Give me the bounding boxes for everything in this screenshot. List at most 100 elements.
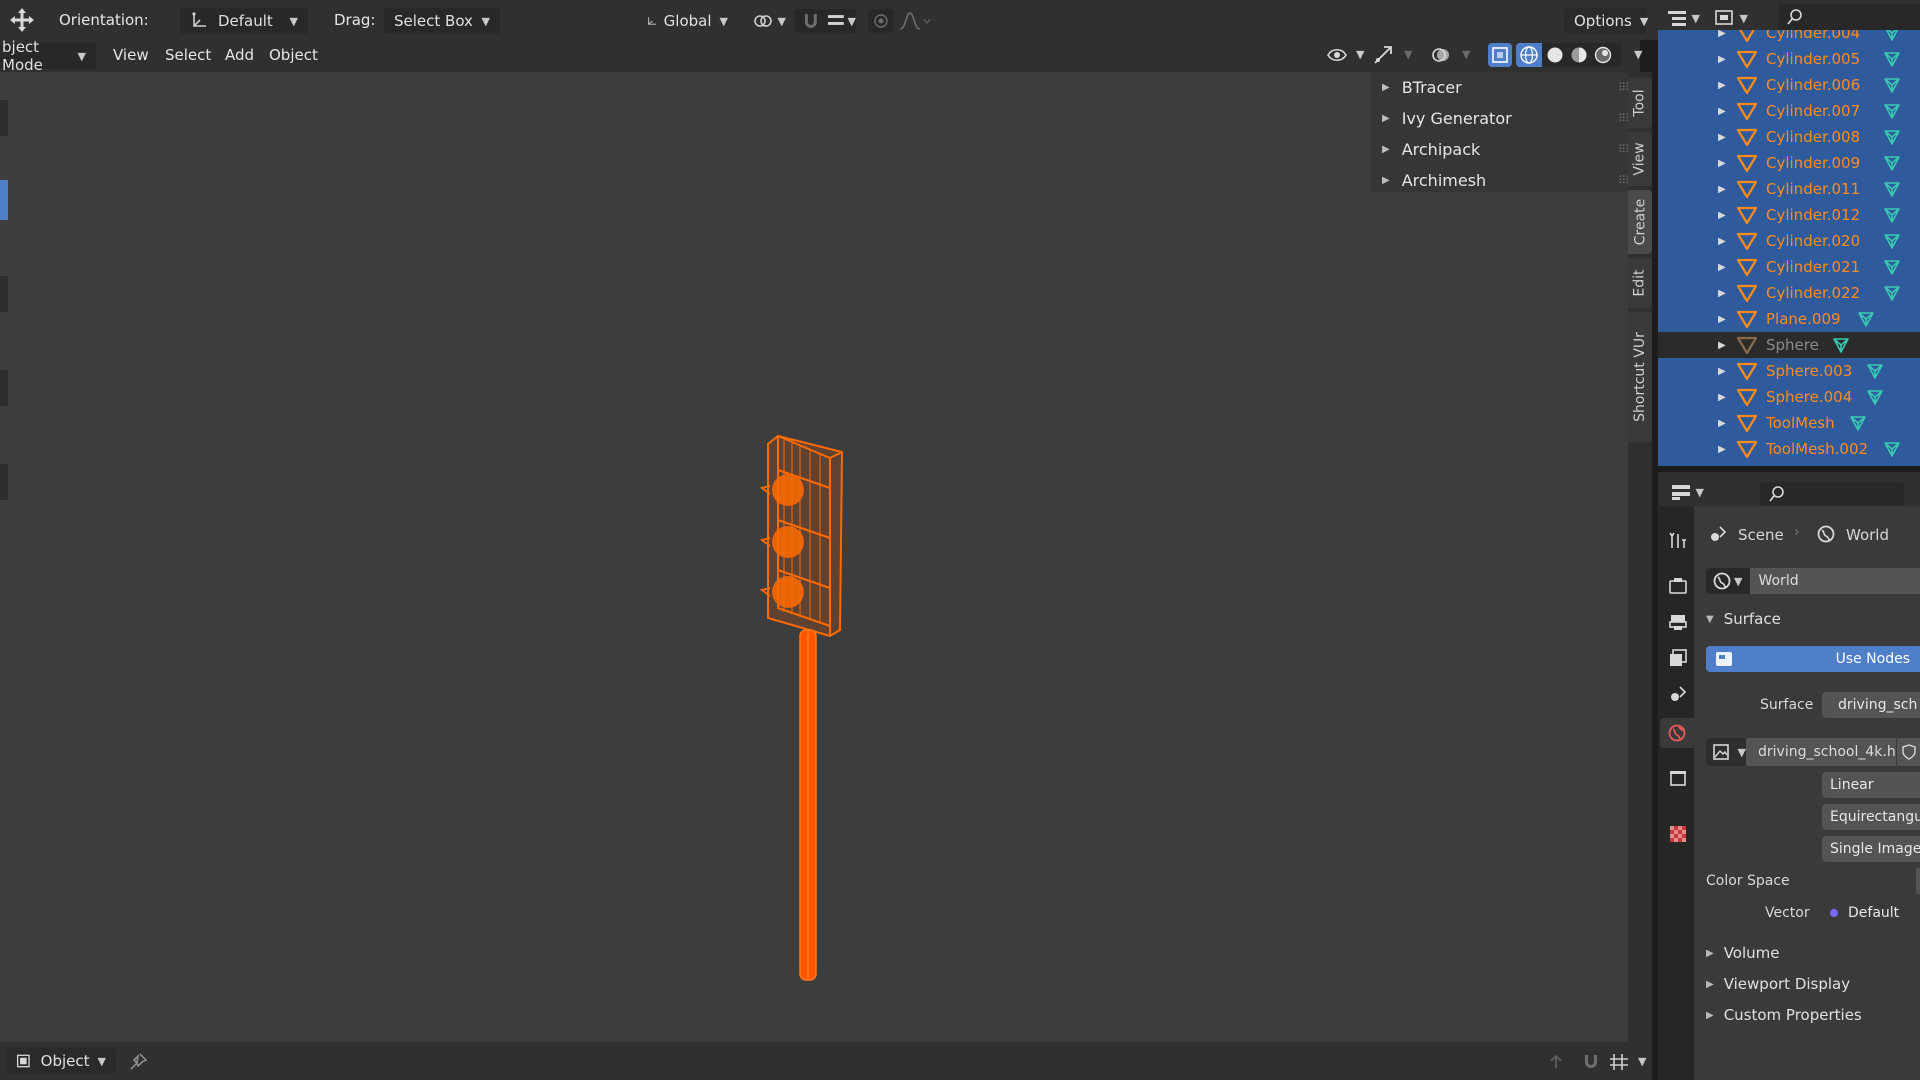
- expand-triangle-icon[interactable]: ▶: [1718, 30, 1726, 39]
- vector-input-field[interactable]: Default: [1822, 900, 1920, 926]
- mesh-data-icon[interactable]: [1883, 206, 1901, 224]
- panel-archimesh[interactable]: ▶ Archimesh ⠿⠿: [1382, 165, 1633, 195]
- proportional-editing-toggle[interactable]: [868, 9, 894, 33]
- editor-type-dropdown[interactable]: ▼: [1666, 6, 1700, 30]
- mesh-data-icon[interactable]: [1866, 388, 1884, 406]
- world-datablock-selector[interactable]: ▼ World: [1706, 568, 1920, 594]
- breadcrumb-scene[interactable]: Scene: [1738, 526, 1784, 544]
- mesh-data-icon[interactable]: [1883, 76, 1901, 94]
- editor-type-dropdown[interactable]: ▼: [1670, 480, 1704, 504]
- gizmo-icon[interactable]: [1372, 44, 1394, 66]
- rendered-sphere-icon[interactable]: [1592, 45, 1614, 65]
- outliner-search-input[interactable]: [1778, 4, 1920, 30]
- expand-triangle-icon[interactable]: ▶: [1718, 262, 1726, 273]
- upload-icon[interactable]: [1546, 1052, 1566, 1072]
- outliner-row[interactable]: ▶ Plane.009: [1658, 306, 1920, 332]
- output-icon[interactable]: [1668, 612, 1688, 632]
- outliner-row[interactable]: ▶ Cylinder.009: [1658, 150, 1920, 176]
- solid-sphere-icon[interactable]: [1544, 45, 1566, 65]
- expand-triangle-icon[interactable]: ▶: [1718, 210, 1726, 221]
- tab-view[interactable]: View: [1628, 132, 1652, 186]
- grid-snap-icon[interactable]: [1608, 1052, 1630, 1072]
- mesh-data-icon[interactable]: [1832, 336, 1850, 354]
- menu-add[interactable]: Add: [225, 46, 254, 64]
- falloff-curve-icon[interactable]: [898, 11, 932, 31]
- expand-triangle-icon[interactable]: ▶: [1718, 158, 1726, 169]
- outliner-row[interactable]: ▶ Cylinder.006: [1658, 72, 1920, 98]
- panel-archipack[interactable]: ▶ Archipack ⠿⠿: [1382, 134, 1633, 164]
- material-sphere-icon[interactable]: [1568, 45, 1590, 65]
- expand-triangle-icon[interactable]: ▶: [1718, 418, 1726, 429]
- expand-triangle-icon[interactable]: ▶: [1718, 184, 1726, 195]
- tab-shortcut-vur[interactable]: Shortcut VUr: [1628, 312, 1652, 442]
- collection-icon[interactable]: [1668, 768, 1688, 788]
- render-icon[interactable]: [1668, 576, 1688, 596]
- display-mode-dropdown[interactable]: ▼: [1714, 6, 1748, 30]
- magnet-snap-icon[interactable]: [1580, 1052, 1602, 1072]
- tool-button[interactable]: [0, 276, 8, 312]
- world-tab-active[interactable]: [1660, 718, 1694, 748]
- outliner-row[interactable]: ▶ Sphere.004: [1658, 384, 1920, 410]
- properties-search-input[interactable]: [1760, 482, 1904, 506]
- expand-triangle-icon[interactable]: ▶: [1718, 106, 1726, 117]
- tool-settings-icon[interactable]: [1668, 530, 1688, 550]
- chevron-down-icon[interactable]: ▼: [1348, 48, 1364, 61]
- projection-dropdown[interactable]: Equirectangul: [1822, 804, 1920, 830]
- expand-triangle-icon[interactable]: ▶: [1718, 314, 1726, 325]
- snapping-toggle[interactable]: ▼: [794, 9, 856, 33]
- menu-select[interactable]: Select: [165, 46, 211, 64]
- expand-triangle-icon[interactable]: ▶: [1718, 54, 1726, 65]
- pivot-point-dropdown[interactable]: ▼: [752, 10, 786, 32]
- tab-create[interactable]: Create: [1628, 190, 1652, 254]
- viewport-display-section-header[interactable]: ▶ Viewport Display: [1706, 975, 1850, 993]
- outliner-row[interactable]: ▶ Cylinder.011: [1658, 176, 1920, 202]
- mesh-data-icon[interactable]: [1857, 310, 1875, 328]
- surface-shader-field[interactable]: driving_sch: [1822, 692, 1920, 718]
- use-nodes-button[interactable]: Use Nodes: [1706, 646, 1920, 672]
- world-name-field[interactable]: World: [1750, 568, 1920, 594]
- outliner-row[interactable]: ▶ ToolMesh: [1658, 410, 1920, 436]
- chevron-down-icon[interactable]: ▼: [1396, 48, 1412, 61]
- expand-triangle-icon[interactable]: ▶: [1718, 444, 1726, 455]
- expand-triangle-icon[interactable]: ▶: [1718, 288, 1726, 299]
- panel-btracer[interactable]: ▶ BTracer ⠿⠿: [1382, 72, 1633, 102]
- expand-triangle-icon[interactable]: ▶: [1718, 340, 1726, 351]
- outliner-row[interactable]: ▶ Cylinder.005: [1658, 46, 1920, 72]
- object-mode-dropdown[interactable]: Object ▼: [6, 1048, 116, 1074]
- expand-triangle-icon[interactable]: ▶: [1718, 366, 1726, 377]
- wireframe-shading-button[interactable]: [1516, 43, 1542, 67]
- surface-section-header[interactable]: ▼ Surface: [1706, 610, 1781, 628]
- expand-triangle-icon[interactable]: ▶: [1718, 132, 1726, 143]
- volume-section-header[interactable]: ▶ Volume: [1706, 944, 1780, 962]
- image-browse-button[interactable]: ▼: [1706, 738, 1746, 766]
- expand-triangle-icon[interactable]: ▶: [1718, 236, 1726, 247]
- source-dropdown[interactable]: Single Image: [1822, 836, 1920, 862]
- chevron-down-icon[interactable]: ▼: [1630, 1055, 1646, 1068]
- tool-button[interactable]: [0, 370, 8, 406]
- mesh-data-icon[interactable]: [1883, 30, 1901, 42]
- mesh-data-icon[interactable]: [1883, 232, 1901, 250]
- tool-button[interactable]: [0, 100, 8, 136]
- xray-toggle[interactable]: [1488, 43, 1512, 67]
- mesh-data-icon[interactable]: [1883, 50, 1901, 68]
- outliner-row[interactable]: ▶ Sphere.003: [1658, 358, 1920, 384]
- orientation-dropdown[interactable]: Default ▼: [180, 8, 308, 34]
- tool-button[interactable]: [0, 464, 8, 500]
- outliner-row[interactable]: ▶ Cylinder.008: [1658, 124, 1920, 150]
- mesh-data-icon[interactable]: [1866, 362, 1884, 380]
- color-space-dropdown[interactable]: [1916, 868, 1920, 894]
- outliner-row[interactable]: ▶ Cylinder.022: [1658, 280, 1920, 306]
- tab-tool[interactable]: Tool: [1628, 78, 1652, 128]
- options-dropdown[interactable]: Options ▼: [1564, 8, 1648, 34]
- outliner-row[interactable]: ▶ Cylinder.021: [1658, 254, 1920, 280]
- mesh-data-icon[interactable]: [1883, 284, 1901, 302]
- chevron-down-icon[interactable]: ▼: [1454, 48, 1470, 61]
- custom-properties-section-header[interactable]: ▶ Custom Properties: [1706, 1006, 1862, 1024]
- outliner-row[interactable]: ▶ Cylinder.004: [1658, 30, 1920, 46]
- drag-dropdown[interactable]: Select Box ▼: [384, 8, 500, 34]
- mesh-data-icon[interactable]: [1883, 440, 1901, 458]
- overlays-icon[interactable]: [1430, 44, 1452, 66]
- view-layer-icon[interactable]: [1668, 648, 1688, 668]
- expand-triangle-icon[interactable]: ▶: [1718, 392, 1726, 403]
- outliner-row[interactable]: ▶ Cylinder.007: [1658, 98, 1920, 124]
